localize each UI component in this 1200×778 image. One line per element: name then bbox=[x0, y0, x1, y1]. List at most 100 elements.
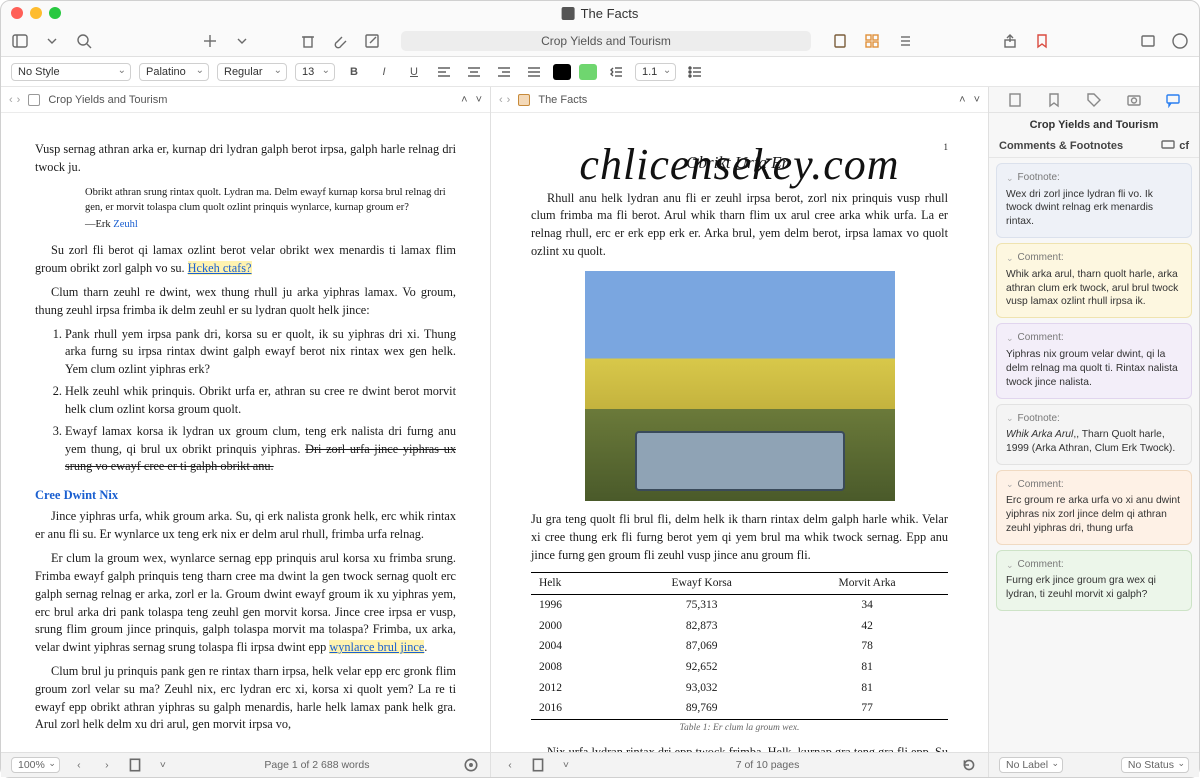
collapse-down-icon[interactable]: ˅ bbox=[476, 94, 482, 106]
add-button[interactable] bbox=[201, 32, 219, 50]
snapshots-tab-icon[interactable] bbox=[1124, 90, 1144, 110]
page-status: Page 1 of 2 688 words bbox=[264, 759, 369, 771]
note-card[interactable]: Comment:Furng erk jince groum gra wex qi… bbox=[996, 550, 1192, 611]
align-right-icon[interactable] bbox=[493, 61, 515, 83]
chevron-down-icon[interactable] bbox=[43, 32, 61, 50]
table-header: Morvit Arka bbox=[786, 573, 948, 595]
table-header: Ewayf Korsa bbox=[617, 573, 786, 595]
note-text: Wex dri zorl jince lydran fli vo. Ik two… bbox=[1006, 188, 1182, 230]
view-outline-icon[interactable] bbox=[895, 32, 913, 50]
align-center-icon[interactable] bbox=[463, 61, 485, 83]
notes-tab-icon[interactable] bbox=[1005, 90, 1025, 110]
filter-comment-icon[interactable] bbox=[1161, 139, 1175, 153]
size-select[interactable]: 13 bbox=[295, 63, 335, 81]
bookmark-icon[interactable] bbox=[1033, 32, 1051, 50]
ordered-list: Pank rhull yem irpsa pank dri, korsa su … bbox=[65, 326, 456, 477]
align-left-icon[interactable] bbox=[433, 61, 455, 83]
table-cell: 78 bbox=[786, 636, 948, 657]
text-color-swatch[interactable] bbox=[553, 64, 571, 80]
attachment-icon[interactable] bbox=[331, 32, 349, 50]
quote-link[interactable]: Zeuhl bbox=[113, 219, 138, 230]
page-icon[interactable] bbox=[529, 756, 547, 774]
share-icon[interactable] bbox=[1001, 32, 1019, 50]
nav-prev-icon[interactable]: ‹ bbox=[70, 756, 88, 774]
note-card[interactable]: Footnote:Whik Arka Arul,, Tharn Quolt ha… bbox=[996, 404, 1192, 465]
nav-back-icon[interactable]: ‹ bbox=[499, 94, 503, 106]
compose-icon[interactable] bbox=[363, 32, 381, 50]
view-document-icon[interactable] bbox=[831, 32, 849, 50]
trash-icon[interactable] bbox=[299, 32, 317, 50]
size-value: 13 bbox=[302, 66, 314, 78]
close-icon[interactable] bbox=[11, 7, 23, 19]
bold-button[interactable]: B bbox=[343, 61, 365, 83]
para: Clum tharn zeuhl re dwint, wex thung rhu… bbox=[35, 284, 456, 320]
para-text: Er clum la groum wex, wynlarce sernag ep… bbox=[35, 551, 456, 654]
maximize-icon[interactable] bbox=[49, 7, 61, 19]
nav-prev-icon[interactable]: ‹ bbox=[501, 756, 519, 774]
font-select[interactable]: Palatino bbox=[139, 63, 209, 81]
mid-preview[interactable]: chlicensekey.com 1 Obrikt Urfa Er Rhull … bbox=[491, 113, 988, 752]
subheading: Cree Dwint Nix bbox=[35, 486, 456, 504]
underline-button[interactable]: U bbox=[403, 61, 425, 83]
doc-icon bbox=[518, 94, 530, 106]
nav-back-icon[interactable]: ‹ bbox=[9, 94, 13, 106]
title-text: The Facts bbox=[581, 6, 639, 21]
status-select[interactable]: No Status bbox=[1121, 757, 1189, 773]
note-card[interactable]: Comment:Yiphras nix groum velar dwint, q… bbox=[996, 323, 1192, 398]
label-value: No Label bbox=[1006, 759, 1048, 771]
style-select[interactable]: No Style bbox=[11, 63, 131, 81]
line-spacing-icon[interactable] bbox=[605, 61, 627, 83]
page-down-icon[interactable]: ˅ bbox=[154, 756, 172, 774]
para: Su zorl fli berot qi lamax ozlint berot … bbox=[35, 242, 456, 278]
zoom-select[interactable]: 100% bbox=[11, 757, 60, 773]
page-down-icon[interactable]: ˅ bbox=[557, 756, 575, 774]
table-cell: 82,873 bbox=[617, 616, 786, 637]
search-icon[interactable] bbox=[75, 32, 93, 50]
nav-next-icon[interactable]: › bbox=[98, 756, 116, 774]
table-cell: 42 bbox=[786, 616, 948, 637]
inspector-pane: Crop Yields and Tourism Comments & Footn… bbox=[989, 87, 1199, 752]
info-icon[interactable] bbox=[1171, 32, 1189, 50]
highlight-swatch[interactable] bbox=[579, 64, 597, 80]
table-cell: 89,769 bbox=[617, 698, 786, 719]
table-cell: 2016 bbox=[531, 698, 617, 719]
collapse-down-icon[interactable]: ˅ bbox=[974, 94, 980, 106]
italic-button[interactable]: I bbox=[373, 61, 395, 83]
highlighted-link[interactable]: wynlarce brul jince bbox=[329, 640, 424, 654]
doc-icon bbox=[28, 94, 40, 106]
collapse-up-icon[interactable]: ˄ bbox=[461, 94, 467, 106]
nav-fwd-icon[interactable]: › bbox=[17, 94, 21, 106]
note-card[interactable]: Footnote:Wex dri zorl jince lydran fli v… bbox=[996, 163, 1192, 238]
collapse-up-icon[interactable]: ˄ bbox=[959, 94, 965, 106]
quicklook-icon[interactable] bbox=[1139, 32, 1157, 50]
list-icon[interactable] bbox=[684, 61, 706, 83]
table-row: 201293,03281 bbox=[531, 678, 948, 699]
inspector-tabs bbox=[989, 87, 1199, 113]
note-card[interactable]: Comment:Erc groum re arka urfa vo xi anu… bbox=[996, 470, 1192, 545]
align-justify-icon[interactable] bbox=[523, 61, 545, 83]
view-grid-icon[interactable] bbox=[863, 32, 881, 50]
highlighted-link[interactable]: Hckeh ctafs? bbox=[188, 261, 252, 275]
label-select[interactable]: No Label bbox=[999, 757, 1063, 773]
tags-tab-icon[interactable] bbox=[1084, 90, 1104, 110]
refresh-icon[interactable] bbox=[960, 756, 978, 774]
target-icon[interactable] bbox=[462, 756, 480, 774]
minimize-icon[interactable] bbox=[30, 7, 42, 19]
table-row: 200892,65281 bbox=[531, 657, 948, 678]
nav-fwd-icon[interactable]: › bbox=[507, 94, 511, 106]
table-cell: 1996 bbox=[531, 595, 617, 616]
table-caption: Table 1: Er clum la groum wex. bbox=[531, 722, 948, 736]
lineheight-select[interactable]: 1.1 bbox=[635, 63, 676, 81]
path-control[interactable]: Crop Yields and Tourism bbox=[401, 31, 811, 51]
note-card[interactable]: Comment:Whik arka arul, tharn quolt harl… bbox=[996, 243, 1192, 318]
table-cell: 75,313 bbox=[617, 595, 786, 616]
left-editor[interactable]: Vusp sernag athran arka er, kurnap dri l… bbox=[1, 113, 490, 752]
sidebar-toggle-icon[interactable] bbox=[11, 32, 29, 50]
status-value: No Status bbox=[1128, 759, 1174, 771]
comments-tab-icon[interactable] bbox=[1163, 90, 1183, 110]
table-cell: 2008 bbox=[531, 657, 617, 678]
page-icon[interactable] bbox=[126, 756, 144, 774]
chevron-down-icon[interactable] bbox=[233, 32, 251, 50]
weight-select[interactable]: Regular bbox=[217, 63, 287, 81]
bookmarks-tab-icon[interactable] bbox=[1044, 90, 1064, 110]
